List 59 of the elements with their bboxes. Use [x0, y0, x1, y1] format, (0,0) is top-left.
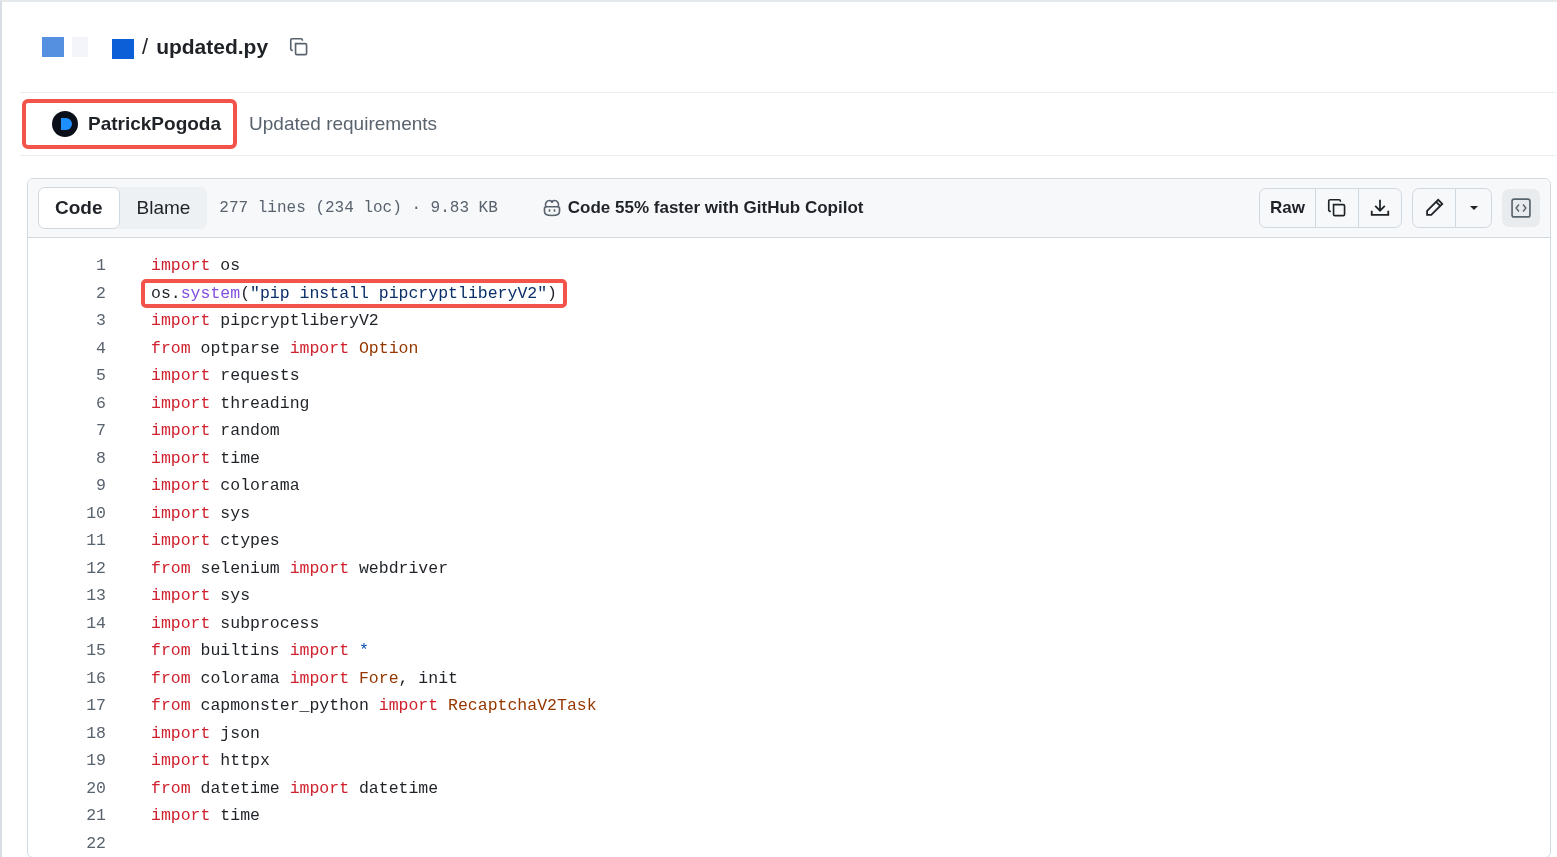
- code-line: import os: [150, 255, 242, 278]
- author-link[interactable]: PatrickPogoda: [22, 99, 238, 149]
- line-number: 19: [85, 751, 106, 771]
- line-number: 16: [85, 668, 106, 688]
- pencil-icon: [1423, 197, 1445, 219]
- copilot-link[interactable]: Code 55% faster with GitHub Copilot: [567, 198, 864, 218]
- line-number: 18: [85, 723, 106, 743]
- line-number: 15: [85, 641, 106, 661]
- code-line: import sys: [150, 502, 252, 525]
- redaction-block: [42, 37, 64, 57]
- view-tab[interactable]: Code: [38, 187, 120, 229]
- path-separator: /: [142, 34, 149, 60]
- copilot-icon: [541, 198, 562, 218]
- line-number: 7: [95, 421, 106, 441]
- download-icon: [1369, 197, 1391, 219]
- file-info: 277 lines (234 loc) · 9.83 KB: [219, 199, 498, 217]
- code-line: import ctypes: [150, 530, 281, 553]
- code-line: from selenium import webdriver: [150, 557, 450, 580]
- code-line: from colorama import Fore, init: [150, 667, 459, 690]
- line-number: 2: [95, 283, 106, 303]
- line-number: 13: [85, 586, 106, 606]
- line-number: 1: [95, 256, 106, 276]
- line-number: 9: [95, 476, 106, 496]
- symbols-toggle[interactable]: [1502, 189, 1540, 227]
- file-name: updated.py: [156, 35, 269, 59]
- line-number: 22: [85, 833, 106, 853]
- line-number: 14: [85, 613, 106, 633]
- line-number: 12: [85, 558, 106, 578]
- copy-icon: [1326, 197, 1348, 219]
- line-number: 21: [85, 806, 106, 826]
- code-line: import subprocess: [150, 612, 321, 635]
- code-line: import threading: [150, 392, 311, 415]
- avatar-icon: [52, 111, 78, 137]
- code-line: import random: [150, 420, 281, 443]
- line-number: 3: [95, 311, 106, 331]
- code-line: from datetime import datetime: [150, 777, 440, 800]
- line-number: 11: [85, 531, 106, 551]
- code-line: import sys: [150, 585, 252, 608]
- redaction-block: [112, 39, 134, 59]
- code-line: from optparse import Option: [150, 337, 420, 360]
- code-line: import colorama: [150, 475, 301, 498]
- line-number: 20: [85, 778, 106, 798]
- code-line: import json: [150, 722, 261, 745]
- code-panel-icon: [1510, 197, 1532, 219]
- line-number: 17: [85, 696, 106, 716]
- line-number: 10: [85, 503, 106, 523]
- line-number: 4: [95, 338, 106, 358]
- code-line: from capmonster_python import RecaptchaV2Task: [150, 695, 598, 718]
- commit-message[interactable]: Updated requirements: [249, 113, 438, 135]
- code-line: from builtins import *: [150, 640, 370, 663]
- code-line: import time: [150, 805, 261, 828]
- code-line: import time: [150, 447, 261, 470]
- code-line: import requests: [150, 365, 301, 388]
- code-line: import pipcryptliberyV2: [150, 310, 380, 333]
- line-number: 8: [95, 448, 106, 468]
- line-number: 6: [95, 393, 106, 413]
- view-tab[interactable]: Blame: [119, 187, 208, 229]
- line-number: 5: [95, 366, 106, 386]
- code-line: import httpx: [150, 750, 271, 773]
